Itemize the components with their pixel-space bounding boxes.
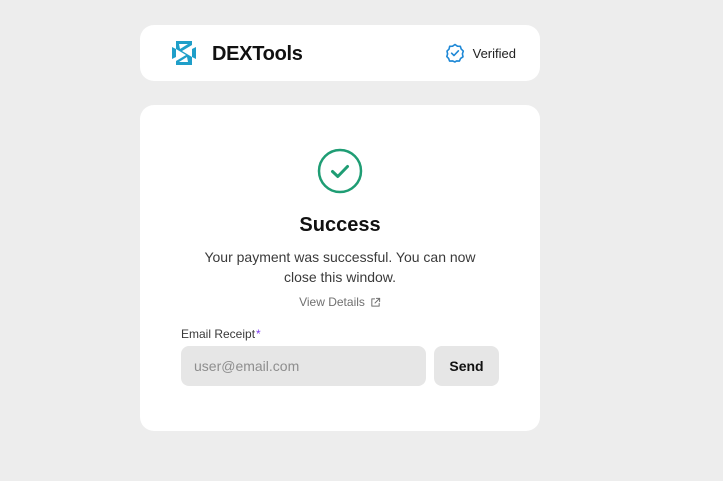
required-asterisk: * — [256, 327, 261, 341]
verified-badge: Verified — [445, 43, 516, 63]
check-circle-icon — [317, 148, 363, 194]
payment-status-card: Success Your payment was successful. You… — [140, 105, 540, 431]
dextools-logo-icon — [172, 41, 196, 65]
view-details-label: View Details — [299, 295, 365, 309]
external-link-icon — [371, 297, 381, 307]
header-card: DEXTools Verified — [140, 25, 540, 81]
success-title: Success — [299, 214, 381, 236]
verified-label: Verified — [472, 45, 516, 61]
success-message: Your payment was successful. You can now… — [204, 249, 476, 285]
email-receipt-label-text: Email Receipt — [181, 327, 256, 341]
send-button[interactable]: Send — [434, 346, 499, 386]
email-receipt-input[interactable] — [181, 346, 426, 386]
verified-badge-icon — [445, 43, 464, 63]
brand-name: DEXTools — [212, 43, 303, 65]
email-receipt-label: Email Receipt* — [181, 326, 261, 342]
view-details-link[interactable]: View Details — [140, 293, 540, 311]
